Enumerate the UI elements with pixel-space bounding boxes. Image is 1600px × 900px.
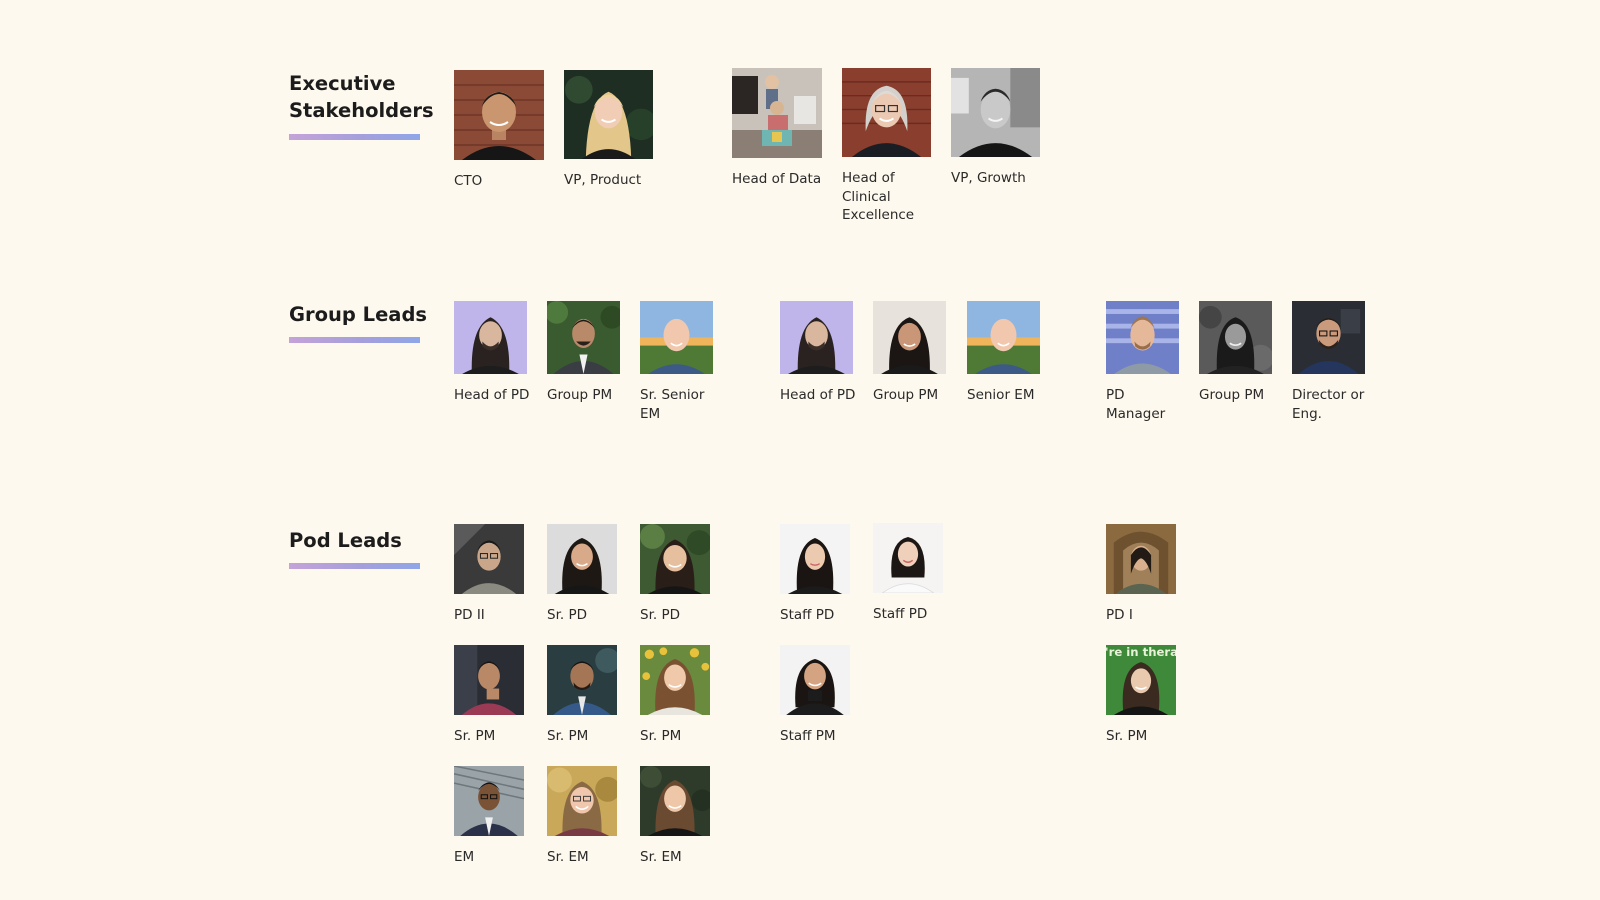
sr-pm-photo	[454, 645, 524, 715]
vp-growth-photo	[951, 68, 1040, 157]
senior-em-photo	[967, 301, 1040, 374]
role-label: Sr. EM	[547, 849, 589, 865]
role-label: VP, Product	[564, 172, 642, 188]
person-card-head-of-data: Head of Data	[732, 68, 824, 189]
role-label: Sr. EM	[640, 849, 682, 865]
role-label: CTO	[454, 173, 483, 189]
sr-pd-photo	[547, 524, 617, 594]
group-pm-photo	[547, 301, 620, 374]
person-card-vp-product: VP, Product	[564, 70, 654, 190]
staff-pd-photo	[873, 523, 943, 593]
pd-manager-photo	[1106, 301, 1179, 374]
head-of-pd-photo	[454, 301, 527, 374]
role-label: Sr. PD	[640, 607, 680, 623]
person-card-pod-lead: Sr. PM	[547, 645, 627, 746]
role-label: Group PM	[1199, 387, 1265, 403]
sr-pm-photo	[547, 645, 617, 715]
person-card-group-lead: Group PM	[1199, 301, 1279, 405]
person-card-pod-lead: Sr. EM	[547, 766, 627, 867]
role-label: EM	[454, 849, 475, 865]
sr-pm-photo: We're in therapy.	[1106, 645, 1176, 715]
sr-em-photo	[547, 766, 617, 836]
role-label: Staff PM	[780, 728, 836, 744]
role-label: Senior EM	[967, 387, 1035, 403]
group-leads-underline	[289, 337, 420, 343]
staff-pd-photo	[780, 524, 850, 594]
role-label: Group PM	[547, 387, 613, 403]
person-card-head-of-clinical-excellence: Head of Clinical Excellence	[842, 68, 934, 225]
person-card-pod-lead: Sr. PD	[547, 524, 627, 625]
role-label: Head of Data	[732, 171, 822, 187]
group-pm-photo	[1199, 301, 1272, 374]
person-card-pod-lead: Staff PD	[780, 524, 860, 625]
pd-ii-photo	[454, 524, 524, 594]
org-chart-canvas: Executive Stakeholders Group Leads Pod L…	[0, 0, 1600, 900]
role-label: Head of PD	[780, 387, 856, 403]
role-label: Group PM	[873, 387, 939, 403]
sr-pm-photo	[640, 645, 710, 715]
pd-i-photo	[1106, 524, 1176, 594]
person-card-cto: CTO	[454, 70, 544, 191]
group-leads-heading: Group Leads	[289, 303, 428, 326]
head-of-clinical-excellence-photo	[842, 68, 931, 157]
role-label: Sr. PM	[1106, 728, 1148, 744]
executive-stakeholders-underline	[289, 134, 420, 140]
role-label: PD I	[1106, 607, 1133, 623]
person-card-group-lead: Head of PD	[454, 301, 534, 405]
person-card-pod-lead: Sr. PD	[640, 524, 720, 625]
em-photo	[454, 766, 524, 836]
photo-banner-text: We're in therapy.	[1106, 645, 1176, 659]
role-label: Head of PD	[454, 387, 530, 403]
sr-senior-em-photo	[640, 301, 713, 374]
sr-pd-photo	[640, 524, 710, 594]
role-label: Director or Eng.	[1292, 387, 1365, 422]
person-card-group-lead: Senior EM	[967, 301, 1047, 405]
person-card-group-lead: Sr. Senior EM	[640, 301, 720, 423]
role-label: Sr. PD	[547, 607, 587, 623]
person-card-pod-lead: Staff PM	[780, 645, 860, 746]
person-card-group-lead: Group PM	[873, 301, 953, 405]
director-of-eng-photo	[1292, 301, 1365, 374]
pod-leads-heading: Pod Leads	[289, 529, 402, 552]
role-label: Staff PD	[780, 607, 835, 623]
executive-stakeholders-heading: Executive Stakeholders	[289, 72, 434, 122]
role-label: Sr. PM	[454, 728, 496, 744]
role-label: Sr. PM	[547, 728, 589, 744]
cto-photo	[454, 70, 544, 160]
pod-leads-underline	[289, 563, 420, 569]
person-card-pod-lead: Staff PD	[873, 523, 953, 624]
role-label: Sr. PM	[640, 728, 682, 744]
vp-product-photo	[564, 70, 653, 159]
head-of-data-photo	[732, 68, 822, 158]
group-pm-photo	[873, 301, 946, 374]
person-card-pod-lead: We're in therapy. Sr. PM	[1106, 645, 1186, 746]
person-card-vp-growth: VP, Growth	[951, 68, 1041, 188]
role-label: PD Manager	[1106, 387, 1166, 422]
role-label: VP, Growth	[951, 170, 1026, 186]
head-of-pd-photo	[780, 301, 853, 374]
person-card-group-lead: PD Manager	[1106, 301, 1186, 423]
person-card-pod-lead: EM	[454, 766, 534, 867]
person-card-group-lead: Group PM	[547, 301, 627, 405]
person-card-group-lead: Head of PD	[780, 301, 860, 405]
person-card-group-lead: Director or Eng.	[1292, 301, 1372, 423]
person-card-pod-lead: PD I	[1106, 524, 1186, 625]
staff-pm-photo	[780, 645, 850, 715]
role-label: Head of Clinical Excellence	[842, 170, 915, 223]
person-card-pod-lead: PD II	[454, 524, 534, 625]
person-card-pod-lead: Sr. PM	[640, 645, 720, 746]
role-label: Sr. Senior EM	[640, 387, 705, 422]
sr-em-photo	[640, 766, 710, 836]
role-label: PD II	[454, 607, 485, 623]
person-card-pod-lead: Sr. PM	[454, 645, 534, 746]
role-label: Staff PD	[873, 606, 928, 622]
person-card-pod-lead: Sr. EM	[640, 766, 720, 867]
